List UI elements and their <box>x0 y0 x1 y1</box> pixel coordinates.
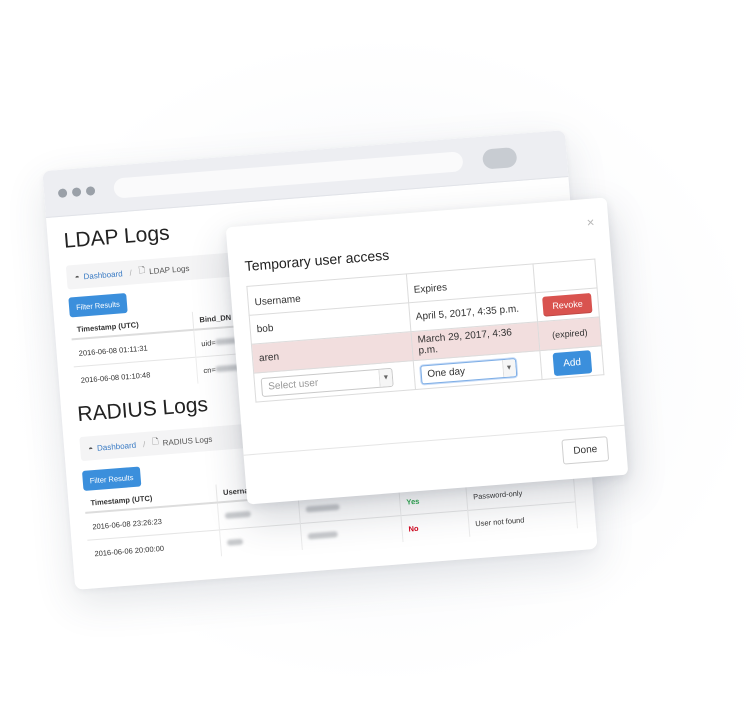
redacted-value <box>226 538 244 546</box>
expired-label: (expired) <box>551 326 588 340</box>
bind-dn-prefix: cn= <box>203 364 217 375</box>
chevron-down-icon: ▼ <box>378 368 393 387</box>
dashboard-icon: ◓ <box>87 443 94 453</box>
breadcrumb-dashboard-link[interactable]: Dashboard <box>83 269 123 281</box>
duration-value: One day <box>426 365 466 380</box>
file-icon: 🗋 <box>151 436 159 447</box>
done-button[interactable]: Done <box>561 436 610 465</box>
chevron-down-icon: ▼ <box>501 358 516 377</box>
breadcrumb-separator: / <box>142 439 146 449</box>
dashboard-icon: ◓ <box>74 272 80 282</box>
ldap-logs-title: LDAP Logs <box>62 221 171 253</box>
access-table: Username Expires bob April 5, 2017, 4:35… <box>246 259 604 403</box>
redacted-value <box>307 530 338 539</box>
redacted-value <box>305 503 340 513</box>
close-icon[interactable]: × <box>586 214 595 230</box>
add-button[interactable]: Add <box>552 349 592 376</box>
ldap-filter-button[interactable]: Filter Results <box>68 293 128 318</box>
user-select-placeholder: Select user <box>267 377 319 393</box>
user-select[interactable]: Select user ▼ <box>260 367 394 397</box>
result-cell: No <box>400 510 470 543</box>
radius-logs-title: RADIUS Logs <box>76 392 209 427</box>
window-dot-icon[interactable] <box>71 187 82 197</box>
file-icon: 🗋 <box>138 265 146 275</box>
temporary-access-modal: × Temporary user access Username Expires… <box>225 197 629 505</box>
add-cell: Add <box>540 345 604 380</box>
revoke-button[interactable]: Revoke <box>542 292 593 317</box>
breadcrumb-current: LDAP Logs <box>148 263 190 276</box>
breadcrumb-dashboard-link[interactable]: Dashboard <box>97 440 137 452</box>
radius-filter-button[interactable]: Filter Results <box>81 466 142 491</box>
breadcrumb-separator: / <box>129 268 133 278</box>
modal-title: Temporary user access <box>244 246 390 275</box>
browser-menu-button[interactable] <box>481 146 518 170</box>
bind-dn-prefix: uid= <box>200 337 217 348</box>
breadcrumb-current: RADIUS Logs <box>162 434 213 448</box>
window-dot-icon[interactable] <box>57 188 68 199</box>
duration-select[interactable]: One day ▼ <box>419 357 517 385</box>
redacted-value <box>224 510 252 519</box>
window-dot-icon[interactable] <box>85 186 96 196</box>
username-cell <box>219 523 303 557</box>
